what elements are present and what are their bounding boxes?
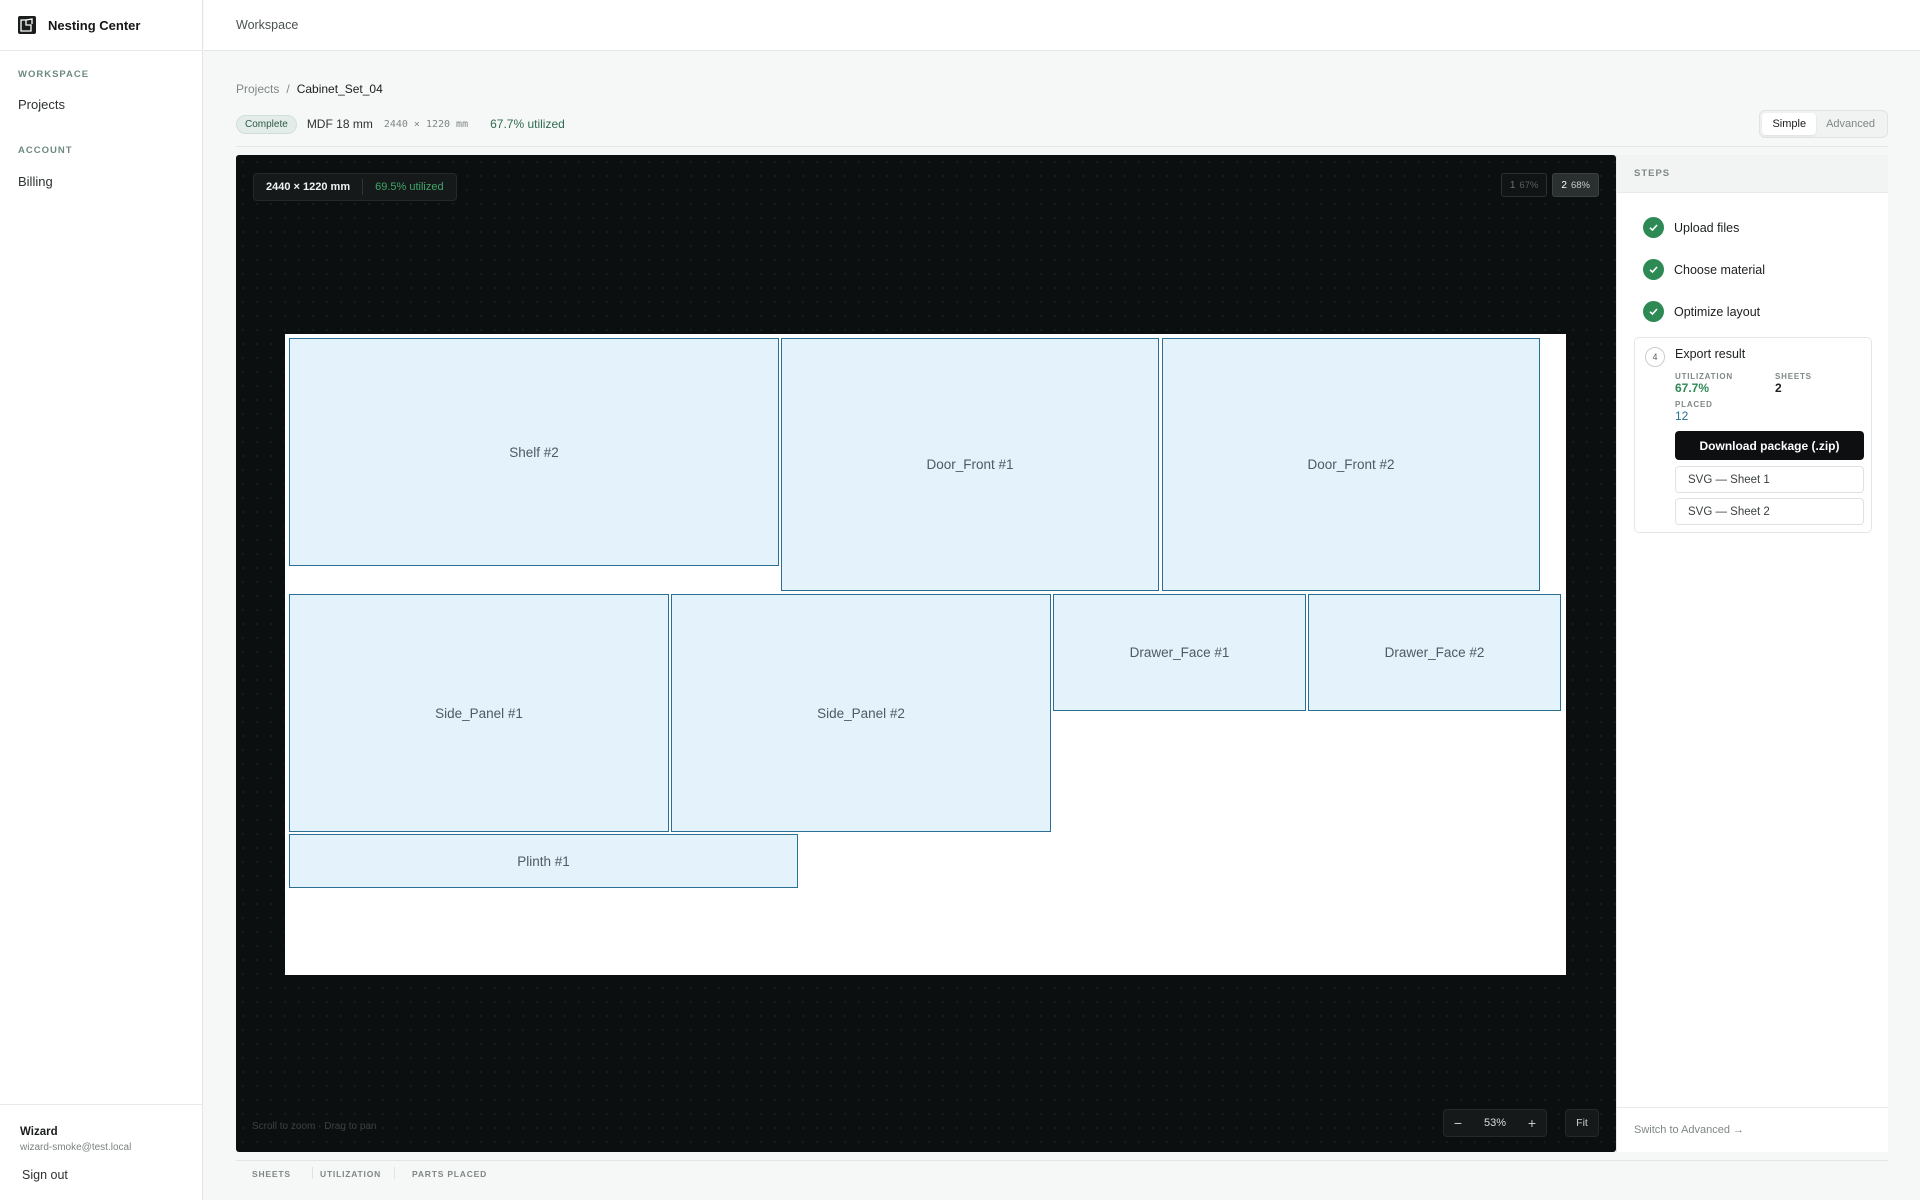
- bottom-sheets-label: SHEETS: [252, 1169, 291, 1179]
- zoom-control: − 53% +: [1443, 1109, 1547, 1137]
- part-drawer-face-2[interactable]: Drawer_Face #2: [1308, 594, 1561, 711]
- placed-stat-value: 12: [1675, 409, 1689, 423]
- step-number: 4: [1645, 347, 1665, 367]
- brand-name: Nesting Center: [48, 17, 141, 33]
- export-result-card: 4 Export result UTILIZATION 67.7% SHEETS…: [1634, 337, 1872, 533]
- canvas-info: 2440 × 1220 mm 69.5% utilized: [253, 173, 457, 201]
- mode-simple-button[interactable]: Simple: [1762, 113, 1817, 135]
- zoom-out-button[interactable]: −: [1444, 1110, 1472, 1136]
- check-icon: [1643, 217, 1664, 238]
- svg-sheet-2-button[interactable]: SVG — Sheet 2: [1675, 498, 1864, 525]
- bottom-divider: [394, 1167, 395, 1179]
- part-drawer-face-1[interactable]: Drawer_Face #1: [1053, 594, 1306, 711]
- sheet-tab-2-pct: 68%: [1570, 179, 1590, 191]
- steps-header: STEPS: [1617, 155, 1888, 193]
- zoom-in-button[interactable]: +: [1518, 1110, 1546, 1136]
- part-door-front-2[interactable]: Door_Front #2: [1162, 338, 1540, 591]
- sheet-tab-1-num: 1: [1509, 179, 1516, 191]
- sheet-tab-1-pct: 67%: [1519, 179, 1539, 191]
- steps-panel: STEPS Upload files Choose material Optim…: [1616, 155, 1888, 1152]
- material-label: MDF 18 mm: [306, 117, 373, 131]
- sheet[interactable]: Shelf #2 Door_Front #1 Door_Front #2 Sid…: [285, 334, 1566, 975]
- breadcrumb-separator: /: [286, 82, 290, 96]
- topbar-title: Workspace: [236, 18, 299, 32]
- part-shelf-2[interactable]: Shelf #2: [289, 338, 779, 566]
- step-optimize-layout[interactable]: Optimize layout: [1643, 301, 1760, 322]
- bottom-stats-strip: SHEETS UTILIZATION PARTS PLACED: [236, 1160, 1888, 1200]
- placed-stat-label: PLACED: [1675, 400, 1713, 409]
- canvas-info-divider: [362, 179, 364, 195]
- canvas-hint: Scroll to zoom · Drag to pan: [252, 1121, 377, 1132]
- mode-toggle: Simple Advanced: [1759, 110, 1888, 138]
- step-choose-material[interactable]: Choose material: [1643, 259, 1765, 280]
- canvas-sheet-util: 69.5% utilized: [375, 181, 444, 193]
- status-badge: Complete: [236, 114, 297, 134]
- sheets-stat-value: 2: [1775, 381, 1782, 395]
- check-icon: [1643, 259, 1664, 280]
- sheet-tab-2-num: 2: [1561, 179, 1567, 191]
- sign-out-link[interactable]: Sign out: [22, 1168, 68, 1182]
- sheet-tabs: 1 67% 2 68%: [1500, 173, 1599, 197]
- utilization-label: 67.7% utilized: [490, 117, 565, 131]
- part-side-panel-2[interactable]: Side_Panel #2: [671, 594, 1051, 832]
- step-label: Upload files: [1674, 220, 1740, 235]
- topbar: Workspace: [204, 0, 1920, 51]
- switch-to-advanced-link[interactable]: Switch to Advanced →: [1617, 1107, 1888, 1152]
- svg-sheet-1-button[interactable]: SVG — Sheet 1: [1675, 466, 1864, 493]
- sheets-stat-label: SHEETS: [1775, 372, 1812, 381]
- utilization-stat-label: UTILIZATION: [1675, 372, 1733, 381]
- export-title: Export result: [1675, 347, 1746, 361]
- breadcrumb: Projects / Cabinet_Set_04: [236, 82, 383, 96]
- user-block: Wizard wizard-smoke@test.local Sign out: [0, 1104, 203, 1200]
- bottom-utilization-label: UTILIZATION: [320, 1169, 382, 1179]
- nav-item-billing[interactable]: Billing: [18, 174, 53, 189]
- nav-section-account: ACCOUNT: [18, 145, 73, 156]
- step-label: Optimize layout: [1674, 304, 1761, 319]
- fit-button[interactable]: Fit: [1565, 1109, 1599, 1137]
- mode-advanced-button[interactable]: Advanced: [1816, 113, 1885, 135]
- user-name: Wizard: [20, 1126, 58, 1138]
- step-upload-files[interactable]: Upload files: [1643, 217, 1739, 238]
- sheet-tab-2[interactable]: 2 68%: [1552, 173, 1599, 197]
- nav-item-projects[interactable]: Projects: [18, 97, 65, 112]
- nesting-canvas[interactable]: 2440 × 1220 mm 69.5% utilized 1 67% 2 68…: [236, 155, 1616, 1152]
- project-meta: Complete MDF 18 mm 2440 × 1220 mm 67.7% …: [236, 114, 565, 134]
- user-email: wizard-smoke@test.local: [20, 1142, 132, 1153]
- check-icon: [1643, 301, 1664, 322]
- nav-section-workspace: WORKSPACE: [18, 69, 90, 80]
- utilization-stat-value: 67.7%: [1675, 381, 1710, 395]
- breadcrumb-projects[interactable]: Projects: [236, 82, 279, 96]
- part-side-panel-1[interactable]: Side_Panel #1: [289, 594, 669, 832]
- bottom-divider: [312, 1167, 313, 1179]
- sidebar: Nesting Center WORKSPACE Projects ACCOUN…: [0, 0, 203, 1200]
- brand-logo-icon: [18, 16, 36, 34]
- breadcrumb-current: Cabinet_Set_04: [296, 82, 383, 96]
- sheet-dims-label: 2440 × 1220 mm: [383, 118, 469, 130]
- canvas-sheet-dims: 2440 × 1220 mm: [266, 181, 351, 193]
- zoom-level: 53%: [1483, 1117, 1507, 1129]
- step-label: Choose material: [1674, 262, 1766, 277]
- header-divider: [236, 146, 1888, 147]
- sheet-tab-1[interactable]: 1 67%: [1500, 173, 1548, 197]
- part-door-front-1[interactable]: Door_Front #1: [781, 338, 1159, 591]
- download-package-button[interactable]: Download package (.zip): [1675, 431, 1864, 460]
- brand[interactable]: Nesting Center: [0, 0, 202, 51]
- bottom-parts-placed-label: PARTS PLACED: [412, 1169, 488, 1179]
- part-plinth-1[interactable]: Plinth #1: [289, 834, 798, 888]
